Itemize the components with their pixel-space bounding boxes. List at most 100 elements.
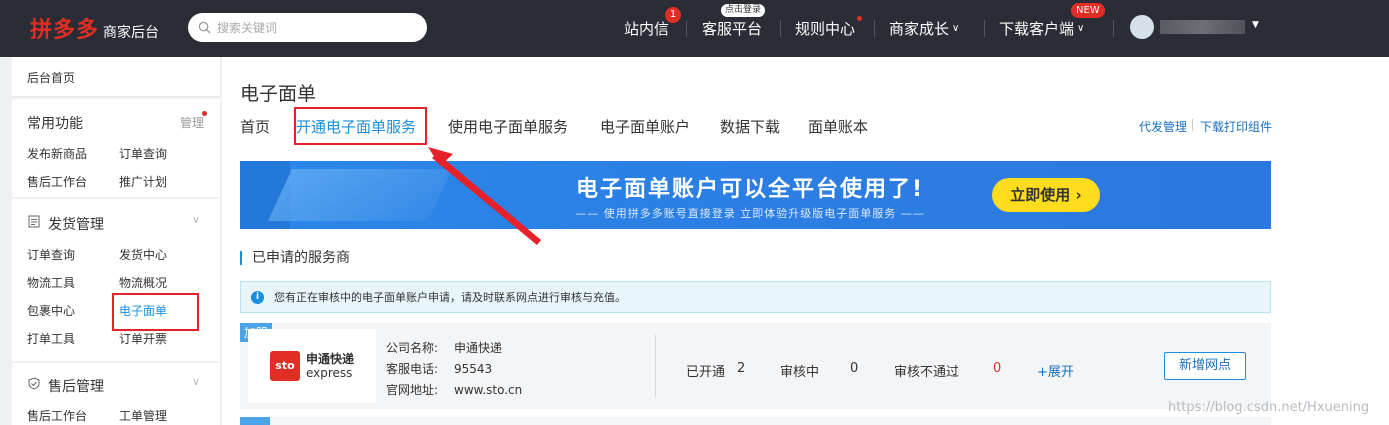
site-label: 官网地址: <box>386 383 439 397</box>
sidebar-common-section: 常用功能 管理 发布新商品 订单查询 售后工作台 推广计划 <box>12 99 220 197</box>
sto-logo-en: express <box>305 366 353 380</box>
sidebar-item-package-center[interactable]: 包裹中心 <box>27 302 75 319</box>
search-icon <box>198 21 211 34</box>
sidebar-common-title: 常用功能 <box>27 116 83 132</box>
card-divider <box>655 335 656 397</box>
nav-rules[interactable]: 规则中心 <box>795 0 855 57</box>
info-icon: i <box>251 290 264 304</box>
chevron-right-icon: › <box>1075 186 1082 204</box>
link-divider <box>1192 119 1193 131</box>
reviewing-label: 审核中 <box>780 365 820 380</box>
sidebar: 后台首页 常用功能 管理 发布新商品 订单查询 售后工作台 推广计划 发货管理 … <box>0 57 220 425</box>
sidebar-home[interactable]: 后台首页 <box>12 57 220 97</box>
download-print-plugin-link[interactable]: 下载打印组件 <box>1200 118 1272 135</box>
phone-label: 客服电话: <box>386 362 439 376</box>
nav-divider <box>874 20 875 37</box>
annotation-highlight-box <box>294 107 427 145</box>
messages-count-badge: 1 <box>665 7 681 23</box>
nav-messages-label: 站内信 <box>624 20 670 38</box>
sidebar-item-publish[interactable]: 发布新商品 <box>27 145 87 162</box>
sidebar-aftersale-section: 售后管理 ∨ 售后工作台 工单管理 <box>12 363 220 425</box>
sidebar-aftersale-title[interactable]: 售后管理 <box>48 376 104 396</box>
provider-logo: sto 申通快递 express <box>248 329 376 403</box>
section-title: 已申请的服务商 <box>240 251 350 265</box>
company-label: 公司名称: <box>386 341 439 355</box>
caret-down-icon[interactable]: ▼ <box>1252 20 1259 30</box>
sidebar-item-invoice[interactable]: 订单开票 <box>119 330 167 347</box>
phone-row: 客服电话: 95543 <box>386 360 492 377</box>
nav-divider <box>686 20 687 37</box>
manage-dot <box>202 111 207 116</box>
sidebar-item-print-tool[interactable]: 打单工具 <box>27 330 75 347</box>
proxy-manage-link[interactable]: 代发管理 <box>1139 118 1187 135</box>
sidebar-item-aftersale-desk[interactable]: 售后工作台 <box>27 407 87 424</box>
brand-logo[interactable]: 拼多多 商家后台 <box>30 12 159 44</box>
provider-card: 加盟 sto 申通快递 express 公司名称:申通快递 客服电话:95543… <box>240 323 1271 409</box>
use-now-label: 立即使用 <box>1010 186 1071 204</box>
new-badge: NEW <box>1071 3 1105 18</box>
search-box[interactable] <box>188 13 427 42</box>
chevron-down-icon[interactable]: ∨ <box>192 375 200 388</box>
nav-rules-label: 规则中心 <box>795 20 856 38</box>
chevron-down-icon: ∨ <box>1077 23 1085 34</box>
sidebar-item-aftersale[interactable]: 售后工作台 <box>27 173 87 190</box>
annotation-highlight-box <box>112 293 199 331</box>
sto-logo-mark: sto <box>269 351 300 381</box>
opened-count: 2 <box>737 361 746 376</box>
search-input[interactable] <box>217 20 417 35</box>
nav-divider <box>1113 20 1114 37</box>
sidebar-manage-link[interactable]: 管理 <box>180 114 204 131</box>
notice-text: 您有正在审核中的电子面单账户申请，请及时联系网点进行审核与充值。 <box>274 291 626 304</box>
chevron-down-icon[interactable]: ∨ <box>192 213 200 226</box>
review-notice: i 您有正在审核中的电子面单账户申请，请及时联系网点进行审核与充值。 <box>240 281 1271 313</box>
document-icon <box>28 215 40 228</box>
tab-ledger[interactable]: 面单账本 <box>808 116 868 137</box>
add-outlet-button[interactable]: 新增网点 <box>1164 352 1246 380</box>
company-value: 申通快递 <box>454 341 503 355</box>
logo-subtitle: 商家后台 <box>103 25 160 41</box>
sidebar-item-ship-center[interactable]: 发货中心 <box>119 246 167 263</box>
avatar[interactable] <box>1130 15 1154 39</box>
nav-divider <box>984 20 985 37</box>
use-now-button[interactable]: 立即使用 › <box>992 178 1100 212</box>
chevron-down-icon: ∨ <box>952 23 960 34</box>
sidebar-item-order-query[interactable]: 订单查询 <box>119 145 167 162</box>
sidebar-home-label: 后台首页 <box>27 71 76 85</box>
nav-growth-label: 商家成长 <box>889 20 950 38</box>
sidebar-shipping-title[interactable]: 发货管理 <box>48 214 104 234</box>
tab-data-download[interactable]: 数据下载 <box>720 116 780 137</box>
promo-banner[interactable]: 电子面单账户可以全平台使用了! —— 使用拼多多账号直接登录 立即体验升级版电子… <box>240 161 1271 229</box>
sidebar-item-ticket[interactable]: 工单管理 <box>119 407 167 424</box>
sidebar-item-promotion[interactable]: 推广计划 <box>119 173 167 190</box>
sidebar-shipping-section: 发货管理 ∨ 订单查询 发货中心 物流工具 物流概况 包裹中心 电子面单 打单工… <box>12 199 220 361</box>
opened-label: 已开通 <box>686 365 726 380</box>
shield-icon <box>28 377 40 390</box>
login-tip-badge[interactable]: 点击登录 <box>721 4 766 17</box>
logo-text: 拼多多 <box>30 18 100 43</box>
banner-headline: 电子面单账户可以全平台使用了! <box>575 177 925 202</box>
franchise-tag-2 <box>240 417 270 425</box>
phone-value: 95543 <box>454 362 493 376</box>
nav-service-label: 客服平台 <box>702 20 763 38</box>
nav-growth[interactable]: 商家成长 ∨ <box>889 0 959 57</box>
rejected-label: 审核不通过 <box>894 365 960 380</box>
sidebar-item-order-query-2[interactable]: 订单查询 <box>27 246 75 263</box>
rules-dot <box>857 16 862 21</box>
account-name-blurred[interactable] <box>1160 20 1245 34</box>
sidebar-item-logistics-tools[interactable]: 物流工具 <box>27 274 75 291</box>
page-title: 电子面单 <box>240 83 317 105</box>
company-row: 公司名称: 申通快递 <box>386 339 502 356</box>
tab-home[interactable]: 首页 <box>240 116 270 137</box>
watermark: https://blog.csdn.net/Hxuening <box>1168 400 1370 415</box>
tab-account[interactable]: 电子面单账户 <box>600 116 690 137</box>
banner-subline: —— 使用拼多多账号直接登录 立即体验升级版电子面单服务 —— <box>575 207 925 220</box>
top-bar: 拼多多 商家后台 站内信 1 客服平台 点击登录 规则中心 商家成长∨ 下载客户… <box>0 0 1389 57</box>
nav-messages[interactable]: 站内信 <box>624 0 669 57</box>
rejected-count: 0 <box>993 361 1002 376</box>
expand-link[interactable]: +展开 <box>1037 361 1074 380</box>
site-value[interactable]: www.sto.cn <box>454 383 522 397</box>
provider-card-2 <box>240 417 1271 425</box>
tab-use-service[interactable]: 使用电子面单服务 <box>448 116 568 137</box>
nav-divider <box>780 20 781 37</box>
sidebar-item-logistics-overview[interactable]: 物流概况 <box>119 274 167 291</box>
